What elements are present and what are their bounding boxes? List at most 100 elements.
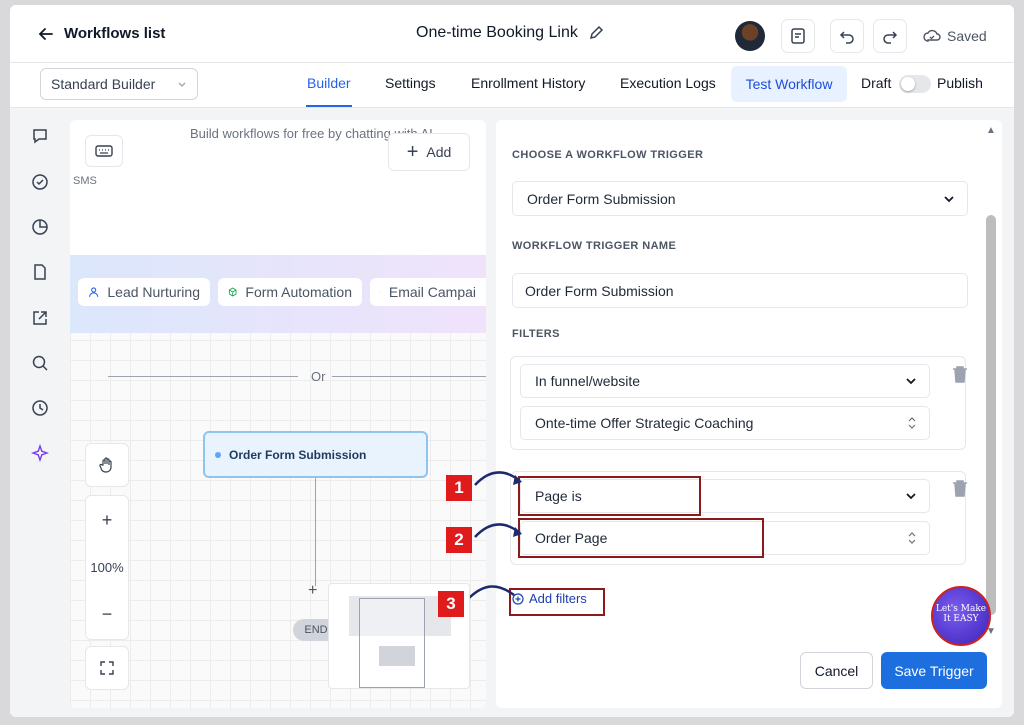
history-icon[interactable] [29, 397, 51, 419]
annotation-arrows [470, 471, 522, 599]
keyboard-button[interactable] [85, 135, 123, 167]
workflow-title[interactable]: One-time Booking Link [416, 24, 604, 42]
divider-left [108, 376, 298, 377]
sms-label: SMS [73, 175, 97, 187]
filter1-type-value: In funnel/website [535, 373, 641, 389]
node-dot [215, 451, 221, 458]
notes-button[interactable] [781, 19, 815, 53]
back-to-workflows-link[interactable]: Workflows list [38, 25, 165, 42]
annotation-number-1: 1 [446, 475, 472, 501]
redo-button[interactable] [873, 19, 907, 53]
check-circle-icon[interactable] [29, 171, 51, 193]
add-step-button[interactable]: + [308, 582, 317, 600]
search-icon[interactable] [29, 352, 51, 374]
chip-label: Form Automation [245, 284, 352, 300]
tab-settings[interactable]: Settings [385, 75, 436, 91]
keyboard-icon [95, 145, 113, 157]
panel-scrollbar[interactable] [986, 215, 996, 615]
redo-icon [883, 31, 898, 44]
divider-right [332, 376, 486, 377]
app-window: Workflows list One-time Booking Link Sav… [10, 5, 1014, 717]
trash-icon [953, 366, 967, 383]
highlight-box-2 [518, 518, 764, 558]
highlight-box-1 [518, 476, 701, 516]
cloud-check-icon [923, 29, 941, 42]
publish-toggle[interactable] [899, 75, 931, 93]
fit-view-button[interactable] [85, 646, 129, 690]
user-icon [89, 287, 99, 297]
pencil-icon[interactable] [588, 25, 604, 41]
minimap-node [379, 646, 415, 666]
active-tab-indicator [306, 105, 352, 107]
cancel-button[interactable]: Cancel [800, 652, 873, 689]
chevron-down-icon [906, 378, 916, 385]
trigger-node[interactable]: Order Form Submission [203, 431, 428, 478]
chip-label: Lead Nurturing [107, 284, 200, 300]
pan-tool-button[interactable] [85, 443, 129, 487]
builder-mode-select[interactable]: Standard Builder [40, 68, 198, 100]
test-workflow-button[interactable]: Test Workflow [731, 66, 847, 102]
external-link-icon[interactable] [29, 307, 51, 329]
chevron-updown-icon [908, 532, 916, 544]
chat-icon[interactable] [29, 125, 51, 147]
trigger-name-value: Order Form Submission [525, 282, 674, 299]
tab-execution-logs[interactable]: Execution Logs [620, 75, 716, 91]
avatar[interactable] [735, 21, 765, 51]
chevron-down-icon [906, 493, 916, 500]
badge-text: Let's Make It EASY [935, 604, 987, 624]
undo-button[interactable] [830, 19, 864, 53]
chip-form-automation[interactable]: Form Automation [218, 278, 362, 306]
zoom-controls: + 100% − [85, 495, 129, 640]
pie-chart-icon[interactable] [29, 216, 51, 238]
chevron-down-icon [944, 195, 954, 202]
arrow-left-icon [38, 27, 53, 40]
filter1-value-select[interactable]: Onte-time Offer Strategic Coaching [520, 406, 930, 440]
annotation-number-3: 3 [438, 591, 464, 617]
chip-lead-nurturing[interactable]: Lead Nurturing [78, 278, 210, 306]
zoom-out-button[interactable]: − [102, 604, 113, 625]
draft-label: Draft [861, 75, 892, 91]
chip-label: Email Campai [388, 284, 476, 300]
cube-icon [228, 287, 237, 297]
tab-enrollment-history[interactable]: Enrollment History [471, 75, 585, 91]
trigger-node-label: Order Form Submission [229, 447, 367, 462]
trash-icon [953, 480, 967, 497]
delete-filter2-button[interactable] [952, 479, 968, 502]
sparkle-icon[interactable] [29, 442, 51, 464]
trigger-type-value: Order Form Submission [527, 190, 676, 207]
lets-make-it-easy-badge: Let's Make It EASY [931, 586, 991, 646]
trigger-name-input[interactable]: Order Form Submission [512, 273, 968, 308]
filters-label: FILTERS [512, 328, 560, 340]
chip-email-campaign[interactable]: Email Campai [370, 278, 486, 306]
delete-filter1-button[interactable] [952, 365, 968, 388]
saved-label: Saved [947, 28, 987, 44]
add-label: Add [426, 144, 452, 160]
chevron-updown-icon [908, 417, 916, 429]
minimap-frame [359, 598, 425, 688]
document-icon [791, 28, 805, 44]
connector-line [315, 478, 316, 586]
trigger-type-select[interactable]: Order Form Submission [512, 181, 968, 216]
filter1-value: Onte-time Offer Strategic Coaching [535, 415, 754, 431]
mail-icon [380, 291, 381, 293]
annotation-number-2: 2 [446, 527, 472, 553]
file-icon[interactable] [29, 261, 51, 283]
expand-icon [100, 661, 114, 675]
or-label: Or [311, 369, 326, 384]
scroll-up-arrow[interactable]: ▲ [986, 125, 996, 136]
filter1-type-select[interactable]: In funnel/website [520, 364, 930, 398]
zoom-in-button[interactable]: + [102, 510, 113, 531]
chevron-down-icon [178, 82, 186, 87]
choose-trigger-label: CHOOSE A WORKFLOW TRIGGER [512, 149, 704, 161]
trigger-name-label: WORKFLOW TRIGGER NAME [512, 240, 677, 252]
back-label: Workflows list [64, 25, 166, 42]
add-button[interactable]: + Add [388, 133, 470, 171]
builder-mode-value: Standard Builder [51, 76, 156, 92]
save-status: Saved [923, 28, 987, 44]
hand-icon [99, 457, 112, 473]
tab-builder[interactable]: Builder [307, 75, 351, 91]
workflow-title-text: One-time Booking Link [416, 24, 578, 41]
zoom-level: 100% [90, 559, 124, 575]
publish-label: Publish [937, 75, 983, 91]
save-trigger-button[interactable]: Save Trigger [881, 652, 987, 689]
